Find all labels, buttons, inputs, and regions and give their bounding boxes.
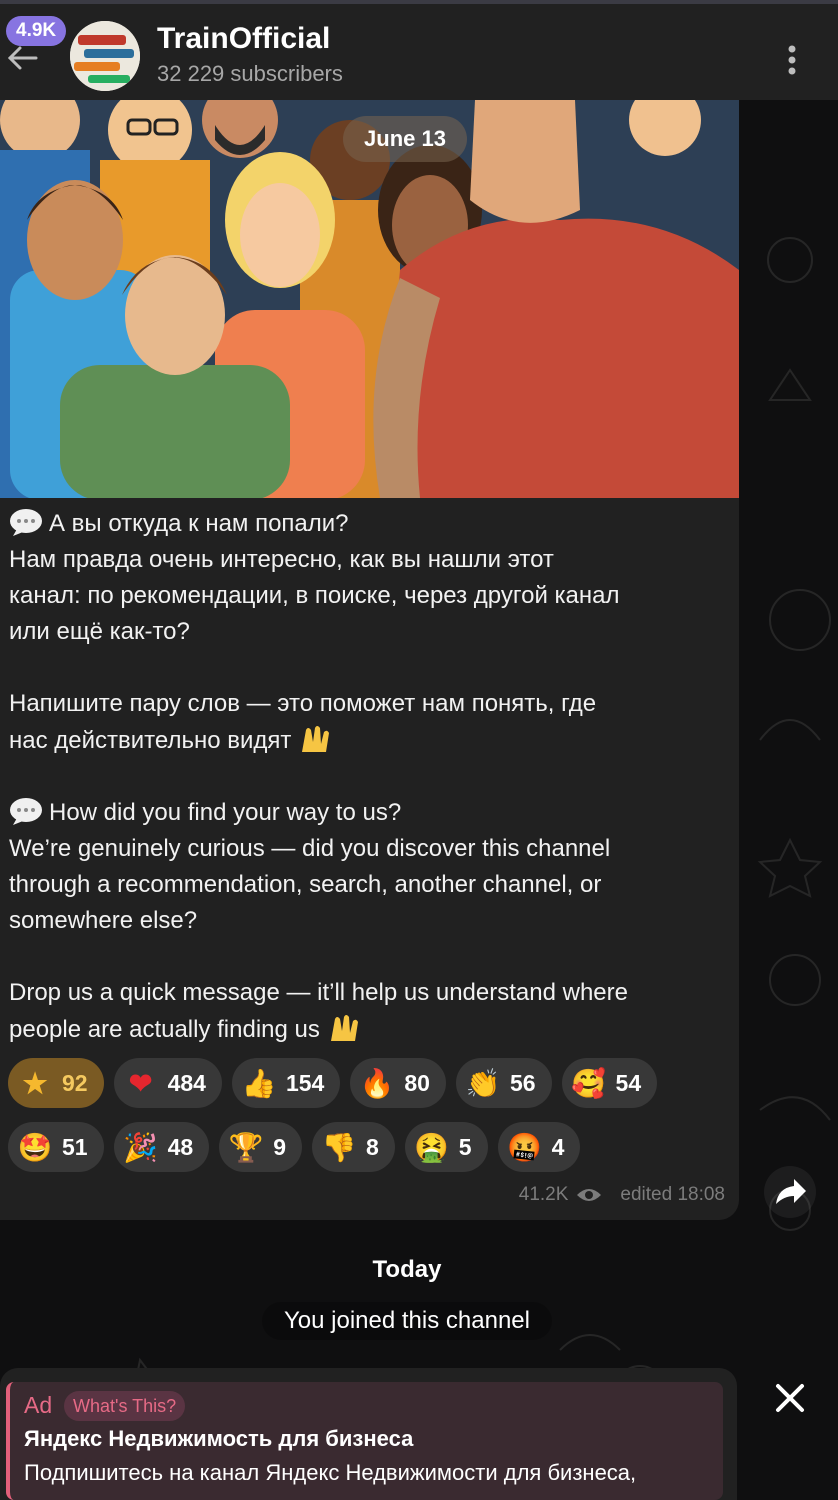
reaction-chip[interactable]: 🤬 4 [497, 1122, 581, 1172]
ad-label: Ad [24, 1392, 53, 1418]
reaction-count: 484 [167, 1069, 206, 1096]
reaction-chip[interactable]: 🤩 51 [8, 1122, 104, 1172]
cursing-face-icon: 🤬 [507, 1131, 543, 1163]
reaction-chip[interactable]: 🔥 80 [350, 1058, 446, 1108]
post-paragraph-ru-ask: Напишите пару слов — это поможет нам пон… [9, 686, 729, 759]
text-line: Напишите пару слов — это поможет нам пон… [9, 690, 597, 717]
raising-hands-icon [302, 726, 330, 752]
ad-title: Яндекс Недвижимость для бизнеса [24, 1426, 414, 1451]
reaction-chip[interactable]: 🏆 9 [219, 1122, 302, 1172]
reaction-count: 51 [62, 1133, 88, 1160]
text-line: или ещё как-то? [9, 618, 190, 645]
speech-bubble-icon [10, 509, 42, 536]
reactions-bar: ★ 92 ❤ 484 👍 154 🔥 80 👏 56 🥰 54 🤩 51 🎉 48 🏆 9 👎 8 🤮 5 🤬 4 [8, 1058, 733, 1186]
heart-icon: ❤ [128, 1067, 153, 1099]
text-line: Нам правда очень интересно, как вы нашли… [9, 546, 554, 573]
reaction-count: 56 [509, 1069, 536, 1096]
sponsored-content[interactable]: Ad What's This? Яндекс Недвижимость для … [6, 1382, 723, 1500]
text-line: канал: по рекомендации, в поиске, через … [9, 582, 620, 609]
party-popper-icon: 🎉 [123, 1131, 159, 1163]
smiling-hearts-icon: 🥰 [571, 1067, 606, 1099]
post-image[interactable]: June 13 [0, 100, 739, 498]
text-line: Drop us a quick message — it’ll help us … [9, 979, 628, 1006]
edited-time: edited 18:08 [620, 1184, 725, 1205]
text-line: А вы откуда к нам попали? [9, 506, 729, 542]
reaction-chip[interactable]: 👎 8 [311, 1122, 395, 1172]
reaction-count: 5 [458, 1133, 472, 1160]
reaction-count: 9 [273, 1133, 286, 1160]
date-pill: June 13 [343, 116, 467, 162]
reaction-chip[interactable]: 🎉 48 [113, 1122, 210, 1172]
nauseated-icon: 🤮 [414, 1131, 450, 1163]
reaction-chip[interactable]: 👏 56 [455, 1058, 552, 1108]
service-message-joined: You joined this channel [262, 1302, 552, 1340]
whats-this-button[interactable]: What's This? [64, 1391, 186, 1421]
subscriber-count: 32 229 subscribers [157, 61, 343, 86]
eye-icon [577, 1189, 602, 1201]
reactions-row: 🤩 51 🎉 48 🏆 9 👎 8 🤮 5 🤬 4 [8, 1122, 733, 1172]
view-count: 41.2K [518, 1184, 569, 1205]
thumbs-up-icon: 👍 [241, 1067, 277, 1099]
clap-icon: 👏 [465, 1067, 501, 1099]
channel-avatar[interactable] [70, 21, 140, 91]
trophy-icon: 🏆 [228, 1131, 264, 1163]
channel-post[interactable]: June 13 А вы откуда к нам попали? Нам пр… [0, 100, 739, 1220]
sponsored-message[interactable]: Ad What's This? Яндекс Недвижимость для … [0, 1368, 737, 1500]
post-paragraph-ru-question: А вы откуда к нам попали? Нам правда оче… [9, 506, 729, 650]
text-line-content: нас действительно видят [9, 727, 292, 754]
text-line-content: How did you find your way to us? [49, 799, 402, 826]
reaction-chip[interactable]: ★ 92 [8, 1058, 104, 1108]
reaction-chip[interactable]: 👍 154 [231, 1058, 341, 1108]
post-paragraph-en-question: How did you find your way to us? We’re g… [9, 795, 729, 939]
reaction-count: 154 [285, 1069, 325, 1096]
ad-text: Подпишитесь на канал Яндекс Недвижимости… [24, 1460, 637, 1485]
text-line: through a recommendation, search, anothe… [9, 871, 602, 898]
text-line-content: people are actually finding us [9, 1016, 320, 1043]
post-text: А вы откуда к нам попали? Нам правда оче… [9, 506, 729, 1048]
reactions-row: ★ 92 ❤ 484 👍 154 🔥 80 👏 56 🥰 54 [8, 1058, 733, 1108]
fire-icon: 🔥 [359, 1067, 395, 1099]
raising-hands-icon [330, 1015, 358, 1041]
channel-title[interactable]: TrainOfficial [157, 22, 330, 56]
text-line: people are actually finding us [9, 1011, 729, 1048]
post-meta: 41.2K edited 18:08 [519, 1184, 725, 1206]
chat-header: 4.9K TrainOfficial 32 229 subscribers [0, 0, 838, 100]
forward-button[interactable] [764, 1166, 816, 1218]
speech-bubble-icon [10, 798, 42, 825]
thumbs-down-icon: 👎 [321, 1131, 357, 1163]
close-icon[interactable] [768, 1376, 812, 1420]
text-line: нас действительно видят [9, 722, 729, 759]
reaction-count: 4 [551, 1133, 565, 1160]
reaction-chip[interactable]: ❤ 484 [113, 1058, 222, 1108]
forward-arrow-icon [776, 1179, 806, 1204]
post-paragraph-en-ask: Drop us a quick message — it’ll help us … [9, 975, 729, 1048]
reaction-count: 80 [404, 1069, 430, 1096]
date-separator: Today [372, 1256, 442, 1283]
text-line: We’re genuinely curious — did you discov… [9, 835, 611, 862]
reaction-count: 8 [365, 1133, 379, 1160]
text-line-content: А вы откуда к нам попали? [49, 510, 349, 537]
unread-count-badge[interactable]: 4.9K [6, 16, 67, 46]
more-options-icon[interactable] [770, 38, 814, 82]
reaction-count: 48 [167, 1133, 194, 1160]
reaction-chip[interactable]: 🤮 5 [404, 1122, 488, 1172]
text-line: somewhere else? [9, 907, 198, 934]
reaction-count: 92 [62, 1069, 88, 1096]
star-icon: ★ [22, 1067, 48, 1099]
reaction-count: 54 [615, 1069, 642, 1096]
reaction-chip[interactable]: 🥰 54 [561, 1058, 658, 1108]
star-struck-icon: 🤩 [17, 1131, 53, 1163]
text-line: How did you find your way to us? [9, 795, 729, 831]
